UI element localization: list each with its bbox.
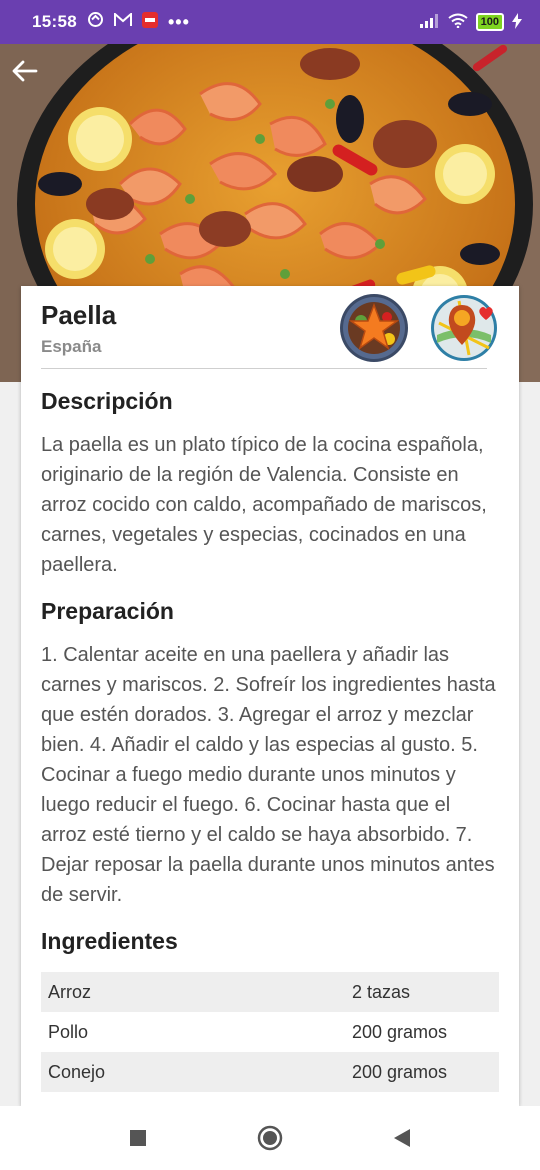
map-button[interactable]	[429, 293, 499, 363]
recipe-country: España	[41, 337, 102, 356]
star-dish-icon	[340, 294, 408, 362]
map-pin-heart-icon	[431, 295, 497, 361]
system-nav-bar	[0, 1106, 540, 1170]
signal-icon	[419, 13, 440, 31]
gmail-icon	[113, 11, 132, 32]
more-dots-icon: •••	[167, 11, 190, 32]
back-arrow-icon	[12, 60, 38, 82]
ingredient-qty: 2 tazas	[345, 972, 499, 1012]
table-row: Arroz 2 tazas	[41, 972, 499, 1012]
header-divider	[41, 368, 487, 369]
sync-icon	[87, 11, 104, 33]
home-button[interactable]	[248, 1116, 292, 1160]
description-heading: Descripción	[41, 388, 173, 414]
status-time: 15:58	[32, 12, 77, 31]
back-nav-button[interactable]	[380, 1116, 424, 1160]
ingredient-qty: 200 gramos	[345, 1052, 499, 1092]
ingredients-heading: Ingredientes	[41, 928, 178, 954]
circle-icon	[257, 1125, 283, 1151]
triangle-back-icon	[394, 1129, 410, 1147]
table-row: Pollo 200 gramos	[41, 1012, 499, 1052]
recipe-card: Paella España Descripción La paella es u…	[21, 286, 519, 1106]
ingredients-table: Arroz 2 tazas Pollo 200 gramos Conejo 20…	[41, 972, 499, 1092]
charging-icon	[512, 12, 522, 32]
square-icon	[130, 1130, 146, 1146]
recents-button[interactable]	[116, 1116, 160, 1160]
preparation-heading: Preparación	[41, 598, 174, 624]
table-row: Conejo 200 gramos	[41, 1052, 499, 1092]
preparation-text: 1. Calentar aceite en una paellera y aña…	[41, 644, 496, 906]
battery-icon: 100	[475, 13, 504, 31]
ingredient-name: Pollo	[48, 1021, 89, 1042]
back-button[interactable]	[8, 54, 42, 88]
club-app-icon	[141, 11, 158, 33]
recipe-content: Descripción La paella es un plato típico…	[41, 384, 499, 1092]
ingredient-name: Conejo	[41, 1052, 345, 1092]
favorite-button[interactable]	[339, 293, 409, 363]
recipe-title: Paella	[41, 300, 117, 330]
ingredient-name: Arroz	[41, 972, 345, 1012]
wifi-icon	[448, 13, 468, 31]
status-bar: 15:58 ••• 100	[0, 0, 540, 44]
description-text: La paella es un plato típico de la cocin…	[41, 434, 487, 576]
ingredient-qty: 200 gramos	[352, 1021, 448, 1042]
